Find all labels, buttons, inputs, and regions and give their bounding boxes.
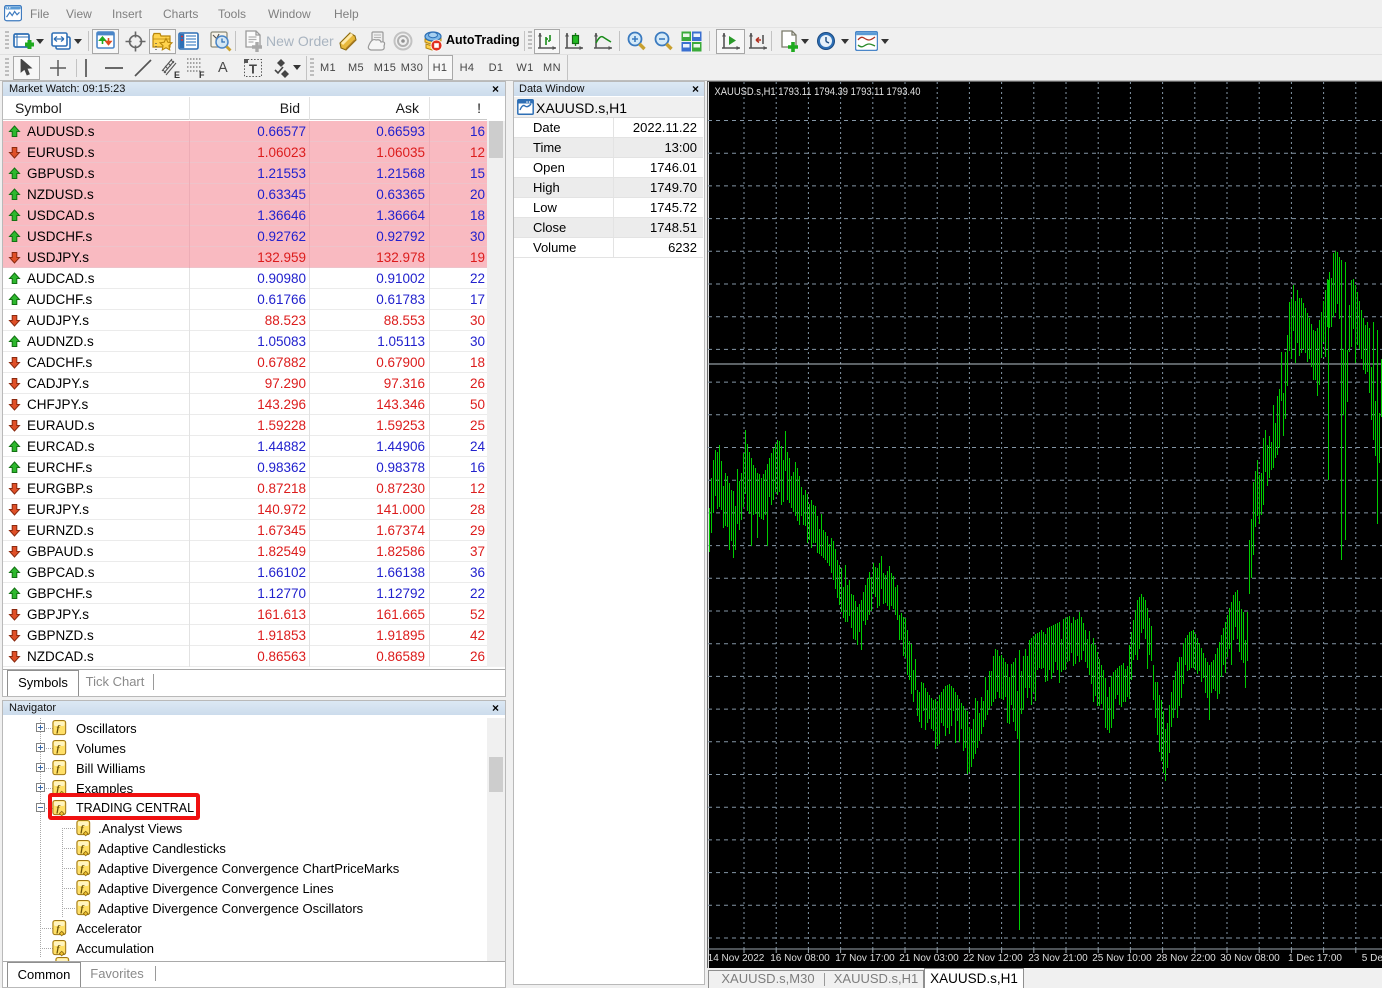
- svg-text:28 Nov 22:00: 28 Nov 22:00: [1156, 953, 1216, 964]
- svg-text:17 Nov 17:00: 17 Nov 17:00: [835, 953, 895, 964]
- svg-text:E: E: [174, 70, 180, 79]
- svg-text:14 Nov 2022: 14 Nov 2022: [708, 953, 765, 964]
- svg-text:XAUUSD.s,H1 1793.11 1794.39 1: XAUUSD.s,H1 1793.11 1794.39 1793.11 1793…: [715, 86, 921, 98]
- svg-text:1 Dec 17:00: 1 Dec 17:00: [1288, 953, 1342, 964]
- svg-text:25 Nov 10:00: 25 Nov 10:00: [1092, 953, 1152, 964]
- svg-text:5 Dec 0: 5 Dec 0: [1362, 953, 1382, 964]
- svg-text:30 Nov 08:00: 30 Nov 08:00: [1220, 953, 1280, 964]
- svg-text:23 Nov 21:00: 23 Nov 21:00: [1028, 953, 1088, 964]
- svg-text:22 Nov 12:00: 22 Nov 12:00: [963, 953, 1023, 964]
- svg-text:21 Nov 03:00: 21 Nov 03:00: [899, 953, 959, 964]
- svg-text:T: T: [249, 62, 257, 77]
- svg-text:16 Nov 08:00: 16 Nov 08:00: [770, 953, 830, 964]
- svg-text:F: F: [199, 70, 205, 79]
